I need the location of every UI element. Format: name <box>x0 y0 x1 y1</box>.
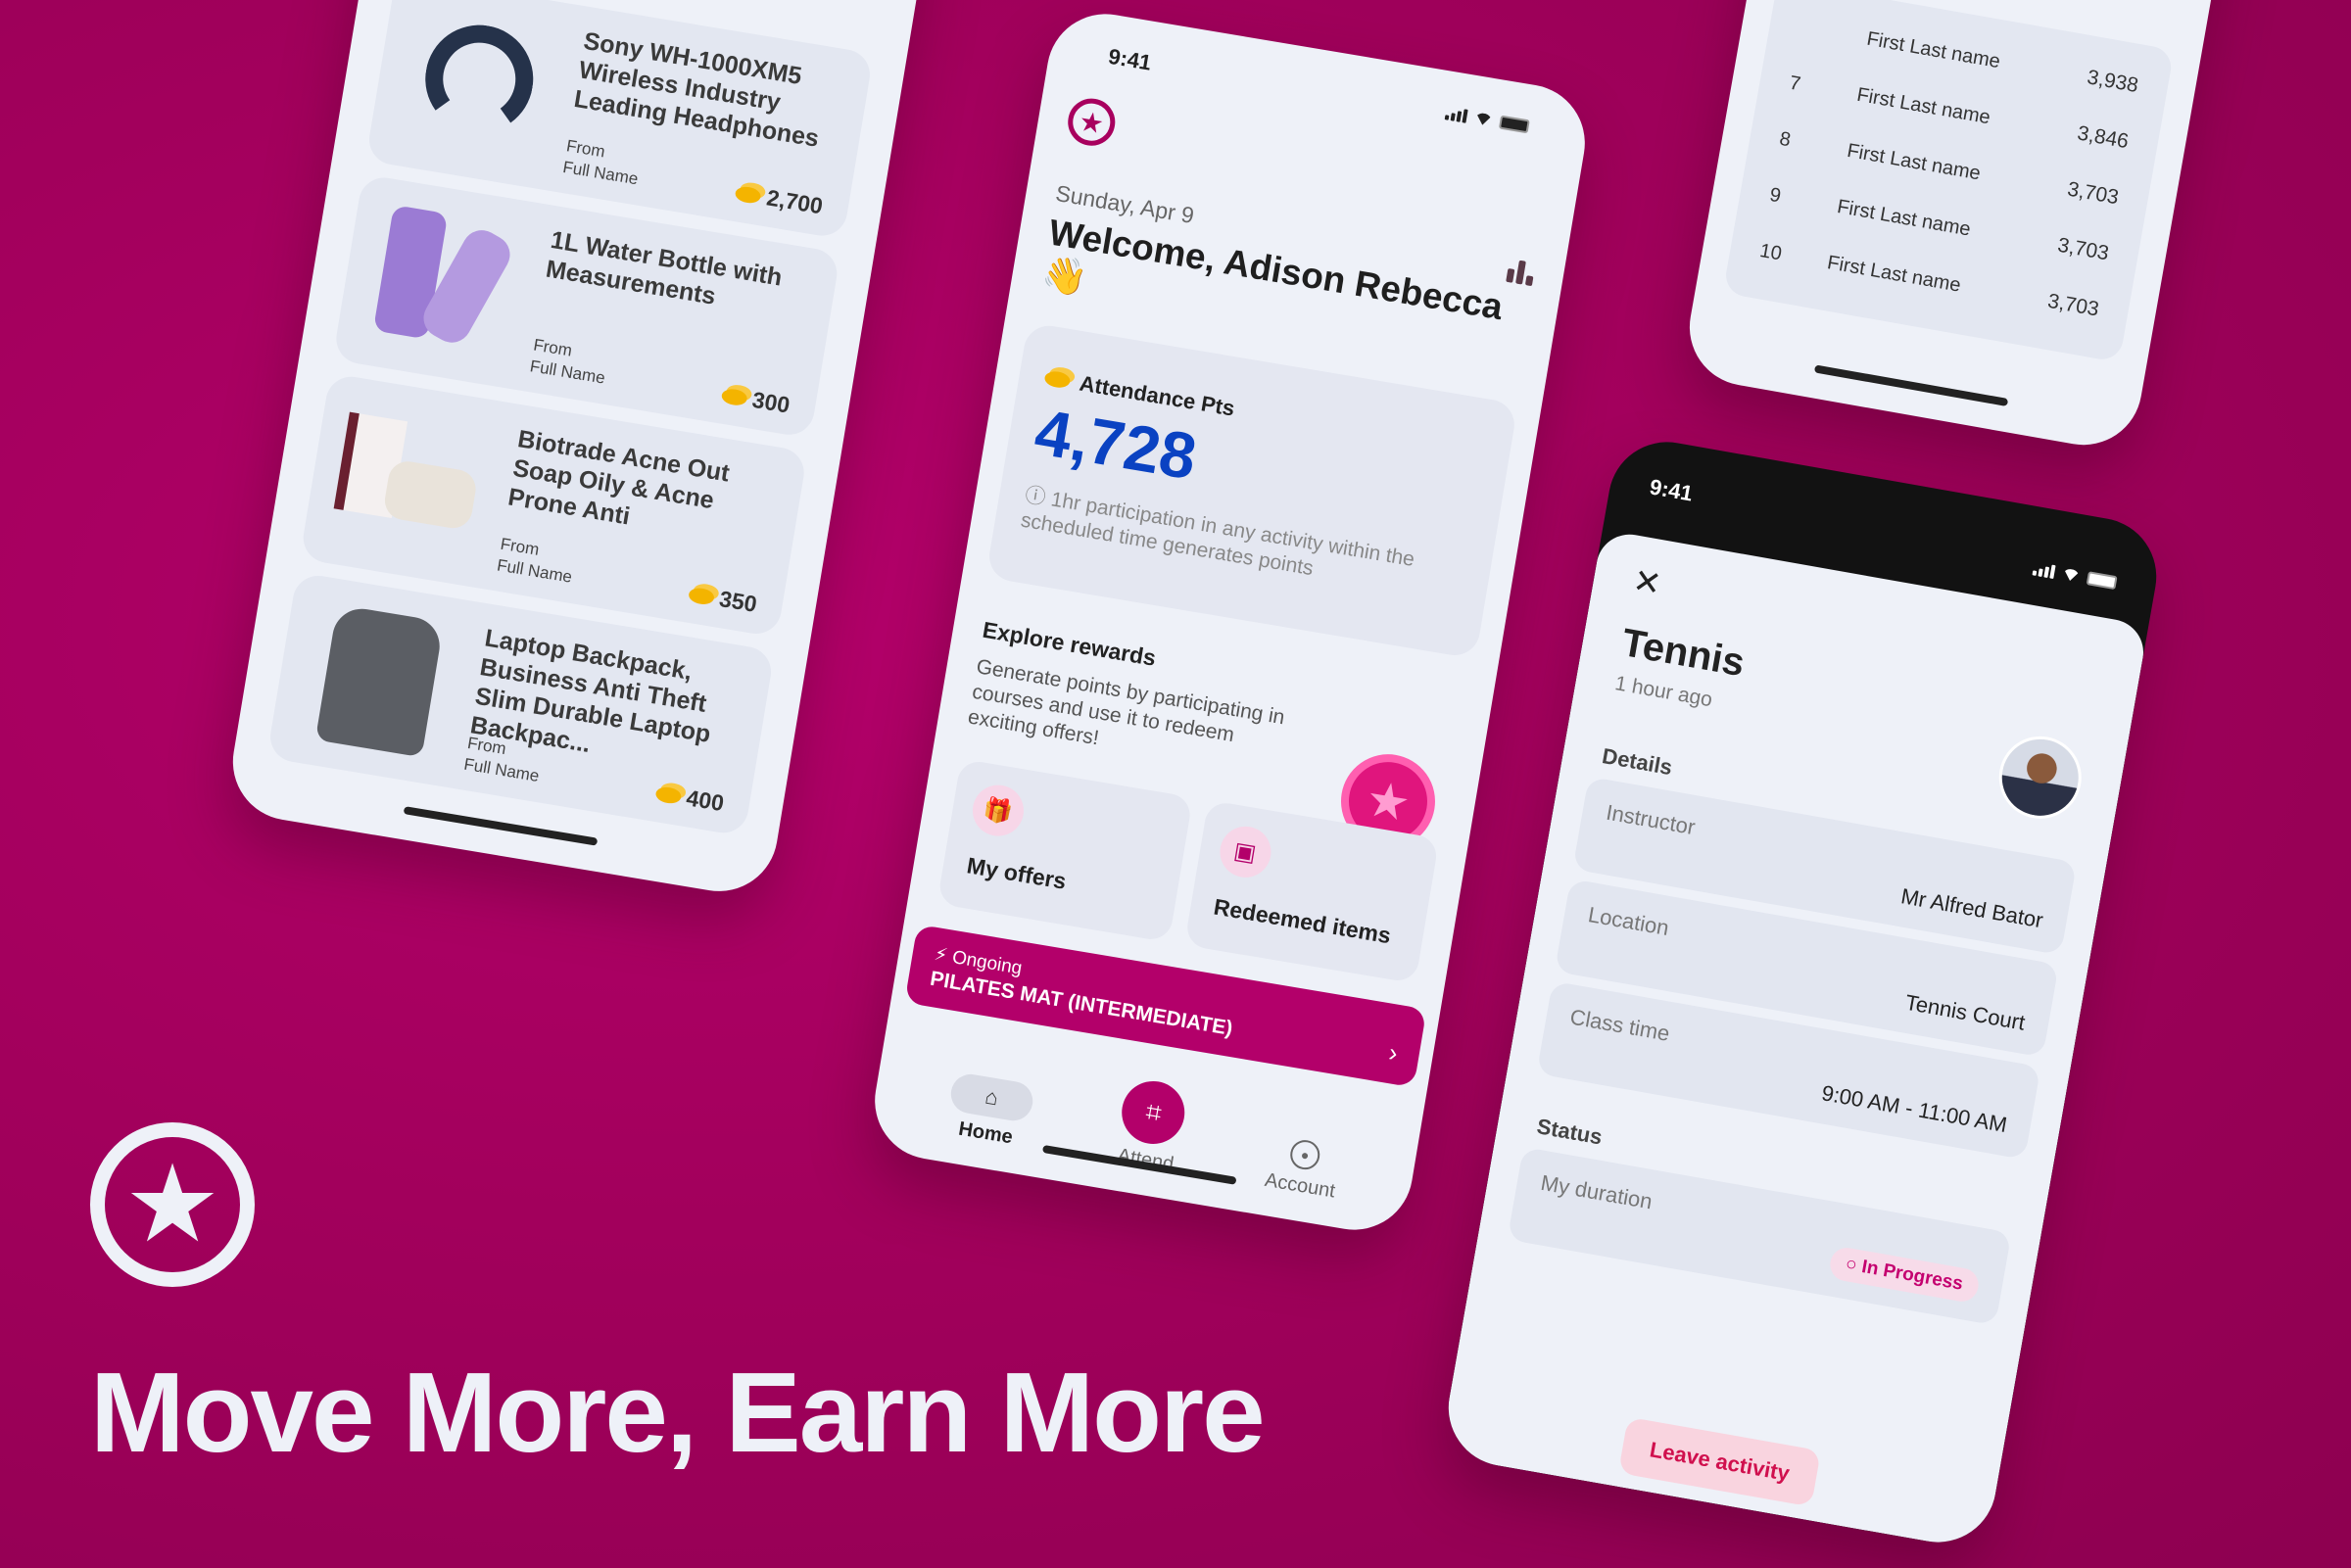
product-title: Laptop Backpack, Business Anti Theft Sli… <box>468 624 713 759</box>
tab-account[interactable]: ● Account <box>1263 1134 1342 1203</box>
tile-label: Redeemed items <box>1212 893 1393 949</box>
coin-icon <box>1043 369 1072 390</box>
star-circle-icon: ★ <box>90 1122 255 1287</box>
coin-icon <box>734 184 763 205</box>
tab-home[interactable]: ⌂ Home <box>943 1070 1036 1152</box>
points-value: 300 <box>750 386 792 418</box>
product-seller: Full Name <box>528 356 607 388</box>
coin-icon <box>687 586 715 606</box>
home-screen-phone: 9:41 ★ Sunday, Apr 9 Welcome, Adison Reb… <box>866 5 1594 1239</box>
leave-activity-button[interactable]: Leave activity <box>1617 1416 1821 1507</box>
signal-icon <box>2032 561 2056 580</box>
points-card: Attendance Pts 4,728 ⓘ 1hr participation… <box>985 321 1518 659</box>
product-title: Sony WH-1000XM5 Wireless Industry Leadin… <box>571 26 821 153</box>
coin-icon <box>653 784 683 805</box>
clock: 9:41 <box>1106 43 1154 75</box>
product-points: 350 <box>687 581 759 618</box>
product-seller: Full Name <box>462 754 541 786</box>
home-indicator <box>403 806 599 846</box>
signal-icon <box>1444 106 1468 123</box>
headline: Move More, Earn More <box>90 1349 1266 1476</box>
soap-image <box>329 403 497 562</box>
rewards-list-phone: Sony WH-1000XM5 Wireless Industry Leadin… <box>223 0 935 900</box>
water-bottle-image <box>361 203 529 362</box>
leaderboard-phone: First Last name 3,938 7 First Last name 3,8… <box>1680 0 2284 454</box>
tile-label: My offers <box>965 852 1069 894</box>
product-points: 2,700 <box>734 179 825 219</box>
home-indicator <box>1813 364 2008 406</box>
account-icon: ● <box>1288 1137 1322 1172</box>
star-circle-icon: ★ <box>1064 95 1119 150</box>
product-seller: Full Name <box>495 555 574 587</box>
info-icon: ⓘ <box>1023 483 1053 511</box>
headphones-image <box>395 4 562 164</box>
chevron-right-icon: › <box>1386 1037 1401 1069</box>
coin-icon <box>720 386 748 406</box>
leaderboard-list: First Last name 3,938 7 First Last name 3,8… <box>1722 0 2175 363</box>
backpack-image <box>296 601 463 761</box>
my-offers-tile[interactable]: 🎁 My offers <box>936 758 1193 943</box>
tab-label: Home <box>956 1117 1015 1149</box>
product-title: Biotrade Acne Out Soap Oily & Acne Prone… <box>505 425 732 531</box>
tab-label: Account <box>1263 1168 1337 1203</box>
home-icon: ⌂ <box>947 1070 1036 1124</box>
battery-icon <box>2086 571 2118 591</box>
activity-detail-phone: 9:41 ✕ Tennis 1 hour ago Details Instruc… <box>1439 432 2166 1552</box>
points-value: 350 <box>717 585 759 617</box>
product-seller: Full Name <box>561 157 640 189</box>
wifi-icon <box>1473 112 1493 126</box>
points-value: 400 <box>684 784 726 817</box>
points-value: 2,700 <box>764 184 825 219</box>
leaderboard-icon[interactable] <box>1506 256 1536 287</box>
wifi-icon <box>2061 568 2081 583</box>
status-badge: ○ In Progress <box>1827 1245 1982 1305</box>
product-points: 400 <box>653 780 726 817</box>
qr-scan-icon: ⌗ <box>1117 1076 1190 1149</box>
product-title: 1L Water Bottle with Measurements <box>544 225 785 310</box>
gift-icon: 🎁 <box>969 781 1028 840</box>
status-bar: 9:41 <box>1078 37 1560 146</box>
redeemed-icon: ▣ <box>1216 822 1274 881</box>
clock: 9:41 <box>1648 474 1695 506</box>
product-points: 300 <box>719 382 792 419</box>
battery-icon <box>1498 115 1530 134</box>
